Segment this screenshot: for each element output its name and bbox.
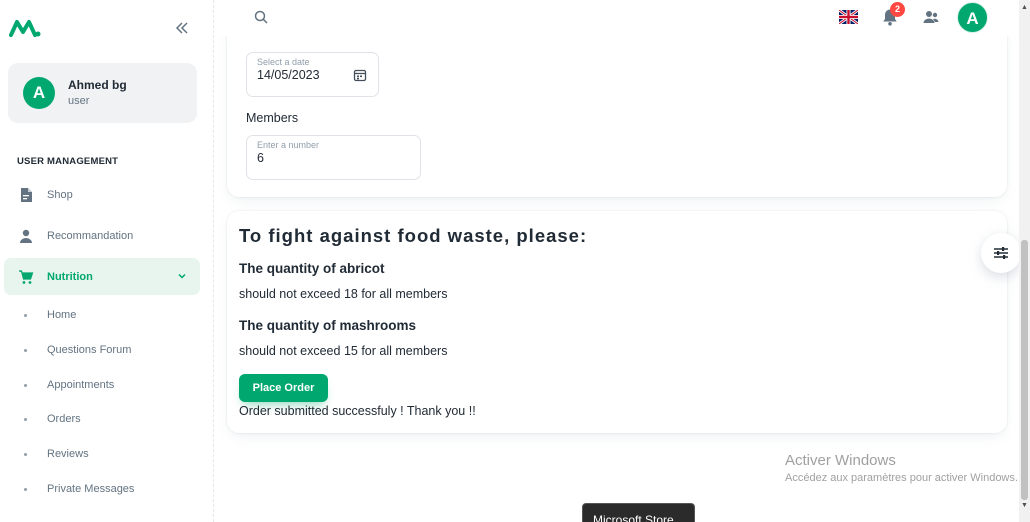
quantity-text: should not exceed 15 for all members [239,344,448,358]
cart-icon [19,269,34,284]
windows-activation-title: Activer Windows [785,452,896,469]
calendar-icon[interactable] [353,68,367,82]
subitem-label: Home [47,309,77,321]
members-field-value: 6 [257,151,264,165]
members-field-label: Enter a number [257,140,320,150]
sidebar-subitem-appointments[interactable]: Appointments [4,370,200,400]
account-role: user [68,95,90,107]
subitem-label: Reviews [47,448,89,460]
page-scrollbar[interactable]: ▲ ▼ [1019,0,1030,522]
sidebar-item-label: Shop [47,188,73,201]
members-field[interactable]: Enter a number 6 [246,135,421,180]
sidebar-subitem-questions-forum[interactable]: Questions Forum [4,335,200,365]
subitem-label: Questions Forum [47,344,132,356]
user-avatar-button[interactable]: A [957,2,988,33]
search-icon[interactable] [254,10,268,24]
file-icon [21,187,32,202]
success-message: Order submitted successfuly ! Thank you … [239,404,476,418]
windows-activation-subtitle: Accédez aux paramètres pour activer Wind… [785,472,1018,484]
taskbar-tooltip: Microsoft Store [582,503,695,522]
nav-section-title: USER MANAGEMENT [17,156,119,167]
sidebar-item-recommandation[interactable]: Recommandation [4,217,200,254]
date-field-value: 14/05/2023 [257,68,320,82]
place-order-button[interactable]: Place Order [239,374,328,402]
topbar: 2 A [214,0,1030,36]
account-name: Ahmed bg [68,78,127,92]
scroll-down-icon[interactable]: ▼ [1021,502,1028,509]
sidebar-item-label: Nutrition [47,270,93,283]
contacts-icon[interactable] [923,9,939,25]
sliders-icon [994,247,1008,259]
sidebar-item-nutrition[interactable]: Nutrition [4,258,200,295]
bullet-icon [24,313,27,317]
food-waste-card: To fight against food waste, please: The… [227,211,1007,433]
quantity-title: The quantity of mashrooms [239,318,417,333]
sidebar: A Ahmed bg user USER MANAGEMENT Shop Rec… [0,0,214,522]
date-field-label: Select a date [257,57,310,67]
quantity-text: should not exceed 18 for all members [239,287,448,301]
avatar: A [23,77,55,109]
bullet-icon [24,487,27,491]
notification-badge: 2 [890,2,905,17]
bullet-icon [24,383,27,387]
date-field[interactable]: Select a date 14/05/2023 [246,52,379,97]
uk-flag-icon[interactable] [839,10,858,24]
subitem-label: Private Messages [47,483,135,495]
bullet-icon [24,452,27,456]
bullet-icon [24,417,27,421]
sidebar-subitem-orders[interactable]: Orders [4,404,200,434]
logo-icon[interactable] [9,18,41,38]
subitem-label: Appointments [47,379,115,391]
scroll-thumb[interactable] [1021,240,1028,500]
sidebar-subitem-private-messages[interactable]: Private Messages [4,474,200,504]
bullet-icon [24,348,27,352]
account-card[interactable]: A Ahmed bg user [8,63,197,123]
subitem-label: Orders [47,413,81,425]
sidebar-subitem-home[interactable]: Home [4,300,200,330]
sidebar-item-label: Recommandation [47,229,134,242]
collapse-sidebar-icon[interactable] [172,19,192,39]
scroll-up-icon[interactable]: ▲ [1021,4,1028,11]
sidebar-subitem-reviews[interactable]: Reviews [4,439,200,469]
user-icon [20,229,32,243]
quantity-title: The quantity of abricot [239,261,385,276]
sidebar-item-shop[interactable]: Shop [4,176,200,213]
chevron-down-icon [178,273,186,279]
members-title: Members [246,111,299,125]
order-form-card: Select a date 14/05/2023 Members Enter a… [227,20,1007,197]
settings-button[interactable] [981,233,1021,273]
food-waste-title: To fight against food waste, please: [239,225,588,246]
